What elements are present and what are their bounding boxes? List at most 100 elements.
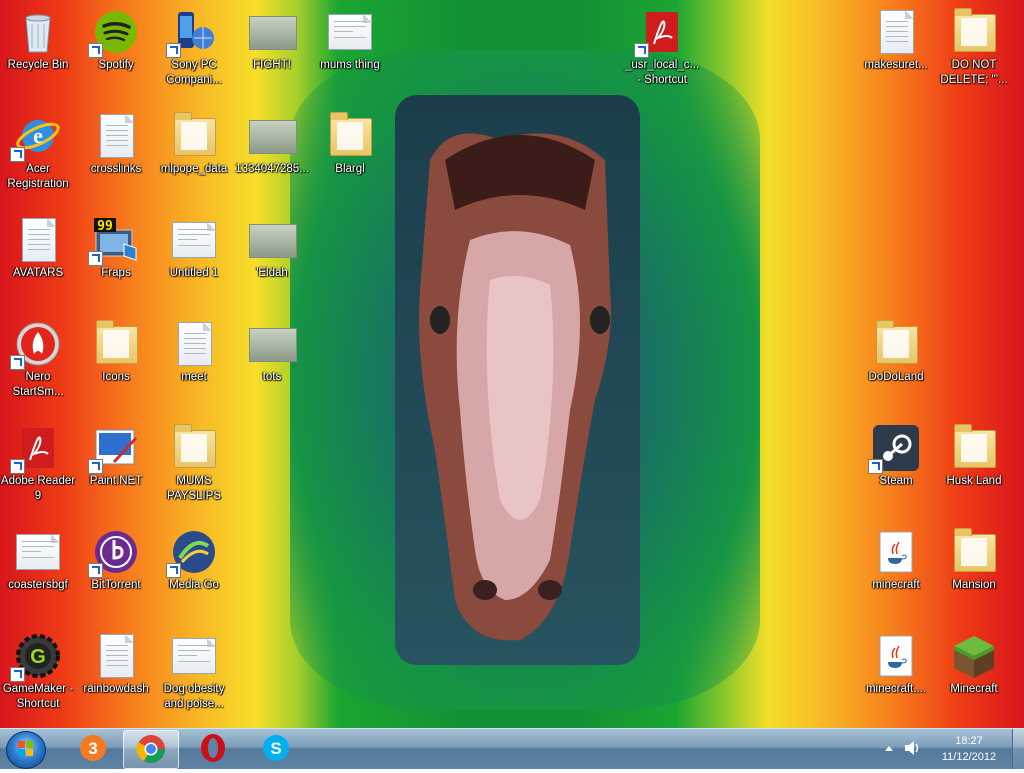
desktop-icon-mansion[interactable]: Mansion [936,522,1012,593]
desktop-icon-minecraft[interactable]: minecraft.... [858,626,934,697]
desktop-icon-label: minecraft [872,579,920,591]
desktop-icon-acer-registration[interactable]: e Acer Registration [0,106,76,192]
text-icon [14,216,62,264]
desktop-icon-crosslinks[interactable]: crosslinks [78,106,154,177]
windows-logo-blue [18,749,25,756]
desktop-icon-1334047285[interactable]: 1334047285... [234,106,310,177]
desktop-icon-coastersbgf[interactable]: coastersbgf [0,522,76,593]
desktop-icon-eldah[interactable]: 'Eldah [234,210,310,281]
desktop-icon-label: MUMS PAYSLIPS [167,475,221,502]
desktop-icon-paint-net[interactable]: Paint.NET [78,418,154,489]
desktop-icon-label: Fraps [101,267,131,279]
desktop-icon-label: Nero StartSm... [12,371,64,398]
folder-icon [326,112,374,160]
shortcut-arrow-icon [10,459,25,474]
desktop-icon-adobe-reader-9[interactable]: Adobe Reader 9 [0,418,76,504]
system-clock[interactable]: 18:27 11/12/2012 [930,733,1008,765]
desktop-icon-untitled-1[interactable]: Untitled 1 [156,210,232,281]
clock-time: 18:27 [955,735,983,747]
clock-date: 11/12/2012 [941,751,997,763]
shortcut-arrow-icon [88,563,103,578]
show-hidden-icons-icon[interactable] [884,743,894,753]
desktop-icon-label: Husk Land [946,475,1002,487]
desktop-icon-label: mums thing [320,59,380,71]
desktop-icon-fraps[interactable]: 99 Fraps [78,210,154,281]
desktop-icon-icons[interactable]: Icons [78,314,154,385]
shortcut-arrow-icon [88,43,103,58]
desktop-icon-label: Paint.NET [89,475,143,487]
desktop-icon-blargl[interactable]: Blargl [312,106,388,177]
desktop-icon-avatars[interactable]: AVATARS [0,210,76,281]
volume-icon[interactable] [904,740,922,756]
desktop-icon-label: Acer Registration [7,163,69,190]
desktop-icon-mlpope-data[interactable]: mlpope_data [156,106,232,177]
nero-icon [10,320,62,370]
desktop-icon-dodoland[interactable]: DoDoLand [858,314,934,385]
folder-icon [170,112,218,160]
shortcut-arrow-icon [166,43,181,58]
shortcut-arrow-icon [88,251,103,266]
desktop-icon-steam[interactable]: Steam [858,418,934,489]
desktop-icon-fight[interactable]: FIGHT! [234,2,310,73]
minecraft-icon [950,632,998,680]
start-button[interactable] [6,731,46,769]
svg-text:S: S [270,739,281,758]
desktop-icon-tots[interactable]: tots [234,314,310,385]
desktop-icon-rainbowdash[interactable]: rainbowdash [78,626,154,697]
windows-logo-icon [18,741,25,748]
shortcut-arrow-icon [10,355,25,370]
desktop-icon-label: Spotify [98,59,134,71]
pdf-icon [10,424,62,474]
desktop-icon-media-go[interactable]: Media Go [156,522,232,593]
text-icon [92,632,140,680]
steam-icon [868,424,920,474]
desktop-icon-usr-local-c-shortcut[interactable]: _usr_local_c... - Shortcut [624,2,700,88]
spotify-icon [88,8,140,58]
desktop-icon-label: Mansion [952,579,996,591]
desktop-icon-bittorrent[interactable]: BitTorrent [78,522,154,593]
folder-icon [92,320,140,368]
desktop-icon-label: rainbowdash [83,683,149,695]
show-desktop-button[interactable] [1012,729,1024,769]
paint-icon [88,424,140,474]
pdf-icon [634,8,686,58]
shortcut-arrow-icon [634,43,649,58]
folder-icon [950,424,998,472]
document-icon [170,632,218,680]
desktop-icon-nero-startsm[interactable]: Nero StartSm... [0,314,76,400]
desktop-icon-recycle-bin[interactable]: Recycle Bin [0,2,76,73]
taskbar-three-mobile[interactable]: 3 [66,730,120,767]
java-icon [872,528,920,576]
three-mobile-icon: 3 [80,735,106,761]
windows-logo-yellow [26,749,33,756]
desktop-icon-makesuret[interactable]: makesuret... [858,2,934,73]
desktop-icon-label: tots [262,371,282,383]
image-icon [248,8,297,56]
shortcut-arrow-icon [868,459,883,474]
opera-icon [201,734,225,762]
desktop-icon-gamemaker-shortcut[interactable]: G GameMaker - Shortcut [0,626,76,712]
taskbar-skype[interactable]: S [249,730,303,767]
desktop-icon-dog-obesity-and-poise[interactable]: Dog obesity and poise... [156,626,232,712]
recycle-icon [14,8,62,56]
desktop-icon-mums-payslips[interactable]: MUMS PAYSLIPS [156,418,232,504]
desktop-icon-label: Recycle Bin [7,59,69,71]
desktop-icon-do-not-delete[interactable]: DO NOT DELETE; '''... [936,2,1012,88]
desktop-icon-label: Sony PC Compani... [166,59,222,86]
desktop-icon-minecraft[interactable]: Minecraft [936,626,1012,697]
desktop-icon-mums-thing[interactable]: mums thing [312,2,388,73]
desktop-icon-husk-land[interactable]: Husk Land [936,418,1012,489]
windows-logo-green [26,741,33,748]
chrome-icon [136,735,165,763]
desktop-icon-sony-pc-compani[interactable]: Sony PC Compani... [156,2,232,88]
desktop-icon-spotify[interactable]: Spotify [78,2,154,73]
taskbar-opera[interactable] [186,730,240,767]
desktop-icon-label: FIGHT! [253,59,291,71]
desktop-icon-minecraft[interactable]: minecraft [858,522,934,593]
desktop-icon-label: GameMaker - Shortcut [2,683,74,710]
taskbar-chrome[interactable] [123,730,179,769]
desktop-icon-label: crosslinks [90,163,142,175]
shortcut-arrow-icon [88,459,103,474]
desktop[interactable]: Recycle Bin Spotify Sony PC Compani... FIGH… [0,0,1024,728]
desktop-icon-meet[interactable]: meet [156,314,232,385]
